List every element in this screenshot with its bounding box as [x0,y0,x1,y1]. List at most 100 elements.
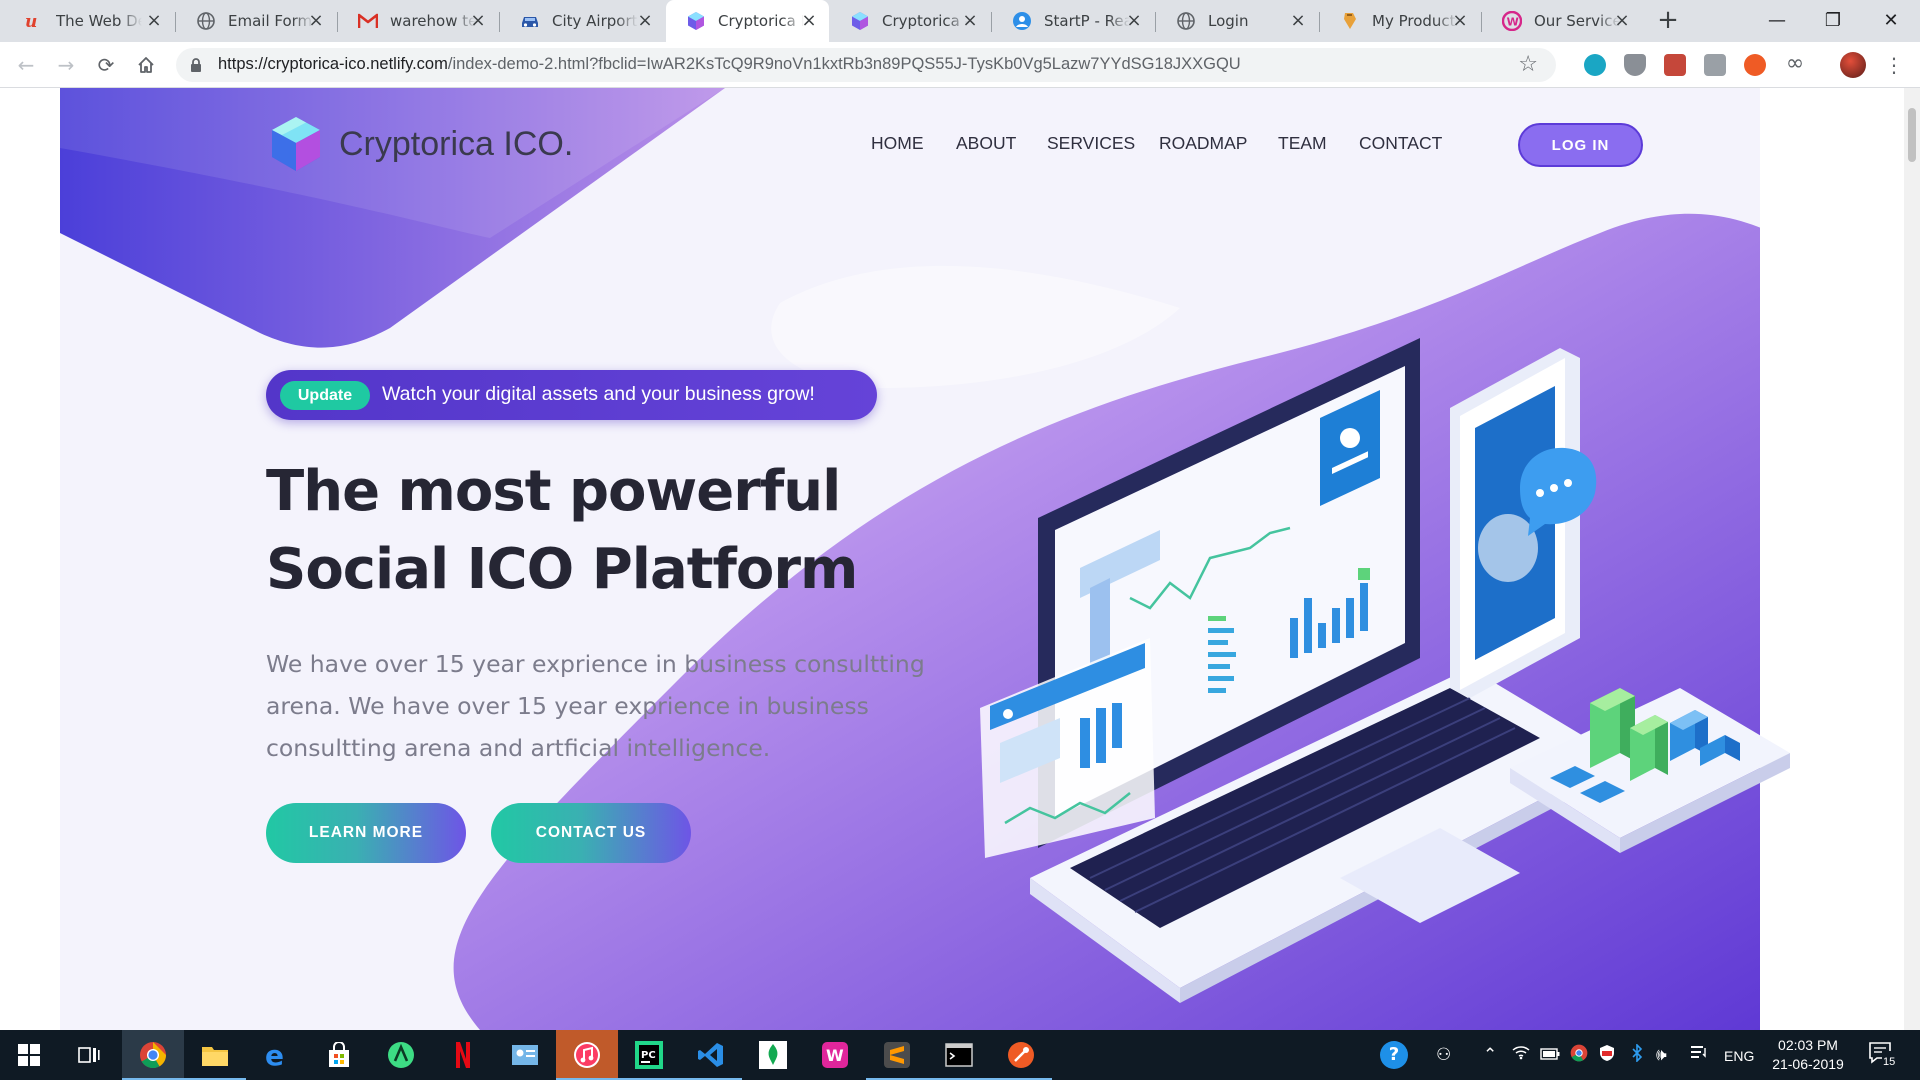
help-icon[interactable]: ? [1380,1041,1408,1069]
svg-text:W: W [1507,15,1519,28]
tab-our-services[interactable]: W Our Services × [1482,0,1642,42]
system-clock[interactable]: 02:03 PM 21-06-2019 [1760,1036,1856,1074]
tab-close-icon[interactable]: × [635,11,655,31]
chevron-up-icon[interactable]: ⌃ [1483,1044,1497,1066]
tab-login[interactable]: Login × [1156,0,1318,42]
nav-home[interactable]: HOME [871,133,924,154]
tab-close-icon[interactable]: × [306,11,326,31]
wifi-icon[interactable] [1512,1044,1530,1066]
postman-icon[interactable] [990,1030,1052,1080]
tab-close-icon[interactable]: × [960,11,980,31]
tab-city-airport[interactable]: City Airport × [500,0,665,42]
mongodb-icon[interactable] [742,1030,804,1080]
svg-text:u: u [25,12,37,30]
vscode-icon[interactable] [680,1030,742,1080]
infinity-extension-icon[interactable]: ∞ [1784,53,1806,76]
android-studio-icon[interactable] [370,1030,432,1080]
input-method-icon[interactable] [1690,1044,1708,1066]
cube-icon [850,11,870,31]
tab-email-form[interactable]: Email Form - × [176,0,336,42]
postman-extension-icon[interactable] [1744,54,1766,76]
tab-close-icon[interactable]: × [799,11,819,31]
extension-gear-icon[interactable] [1584,54,1606,76]
contacts-icon[interactable] [494,1030,556,1080]
close-window-button[interactable]: ✕ [1864,0,1918,40]
lock-icon[interactable] [190,57,202,73]
sublime-icon[interactable] [866,1030,928,1080]
address-bar[interactable]: https://cryptorica-ico.netlify.com/index… [176,48,1556,82]
tab-close-icon[interactable]: × [1288,11,1308,31]
chrome-icon[interactable] [122,1030,184,1080]
update-banner[interactable]: Update Watch your digital assets and you… [266,370,877,420]
hero-section: Cryptorica ICO. HOME ABOUT SERVICES ROAD… [60,88,1860,1030]
pdf-extension-icon[interactable] [1664,54,1686,76]
tab-the-web-dev[interactable]: u The Web De × [4,0,174,42]
headline-line-1: The most powerful [266,459,841,524]
chrome-tray-icon[interactable] [1570,1044,1588,1068]
tab-startp[interactable]: StartP - Rea × [992,0,1154,42]
new-tab-button[interactable]: + [1654,7,1682,35]
cube-icon [686,11,706,31]
update-badge: Update [280,381,370,410]
nav-services[interactable]: SERVICES [1047,133,1135,154]
globe-icon [196,11,216,31]
bookmark-star-icon[interactable]: ☆ [1518,52,1538,78]
file-explorer-icon[interactable] [184,1030,246,1080]
page-scrollbar[interactable] [1904,88,1920,1030]
store-icon[interactable] [308,1030,370,1080]
action-center-icon[interactable]: 15 [1868,1041,1902,1073]
people-icon[interactable]: ⚇ [1436,1044,1451,1066]
forward-icon[interactable]: → [54,53,78,77]
nav-about[interactable]: ABOUT [956,133,1016,154]
task-view-icon[interactable] [58,1030,120,1080]
back-icon[interactable]: ← [14,53,38,77]
clipboard-extension-icon[interactable] [1704,54,1726,76]
tab-strip: u The Web De × Email Form - × warehow te… [0,0,1920,42]
svg-text:W: W [826,1046,844,1065]
hero-headline: The most powerful Social ICO Platform [266,453,1026,609]
wd-logo-icon: u [24,11,44,31]
tab-close-icon[interactable]: × [468,11,488,31]
tab-close-icon[interactable]: × [144,11,164,31]
clock-time: 02:03 PM [1778,1037,1838,1053]
tab-my-products[interactable]: My Products × [1320,0,1480,42]
reload-icon[interactable]: ⟳ [94,53,118,77]
terminal-icon[interactable] [928,1030,990,1080]
avatar[interactable] [1840,52,1866,78]
minimize-button[interactable]: — [1750,0,1804,40]
restore-button[interactable]: ❐ [1806,0,1860,40]
battery-icon[interactable] [1540,1044,1560,1066]
tab-cryptorica[interactable]: Cryptorica - × [830,0,990,42]
menu-dots-icon[interactable]: ⋮ [1884,53,1904,77]
wamp-icon[interactable]: W [804,1030,866,1080]
start-windows-icon[interactable] [0,1030,58,1080]
scrollbar-thumb[interactable] [1908,108,1916,162]
update-text: Watch your digital assets and your busin… [382,383,815,405]
volume-icon[interactable]: 🕪 [1656,1044,1667,1066]
login-button[interactable]: LOG IN [1518,123,1643,167]
contact-us-button[interactable]: CONTACT US [491,803,691,863]
netflix-icon[interactable] [432,1030,494,1080]
tab-close-icon[interactable]: × [1612,11,1632,31]
nav-roadmap[interactable]: ROADMAP [1159,133,1247,154]
logo-text: Cryptorica ICO. [339,124,574,163]
site-logo[interactable]: Cryptorica ICO. [265,113,573,175]
tab-close-icon[interactable]: × [1124,11,1144,31]
globe-icon [1176,11,1196,31]
tab-warehow[interactable]: warehow tec × [338,0,498,42]
nav-team[interactable]: TEAM [1278,133,1327,154]
home-icon[interactable] [134,53,158,77]
tab-close-icon[interactable]: × [1450,11,1470,31]
language-indicator[interactable]: ENG [1724,1045,1754,1067]
learn-more-button[interactable]: LEARN MORE [266,803,466,863]
bluetooth-icon[interactable] [1630,1043,1644,1068]
itunes-icon[interactable] [556,1030,618,1080]
edge-icon[interactable]: e [246,1030,308,1080]
pycharm-icon[interactable]: PC [618,1030,680,1080]
nav-contact[interactable]: CONTACT [1359,133,1442,154]
security-tray-icon[interactable] [1598,1044,1616,1068]
tab-cryptorica-active[interactable]: Cryptorica IC × [666,0,829,42]
url-text[interactable]: https://cryptorica-ico.netlify.com/index… [218,55,1241,74]
page-viewport: Cryptorica ICO. HOME ABOUT SERVICES ROAD… [0,88,1904,1030]
shield-extension-icon[interactable] [1624,54,1646,76]
